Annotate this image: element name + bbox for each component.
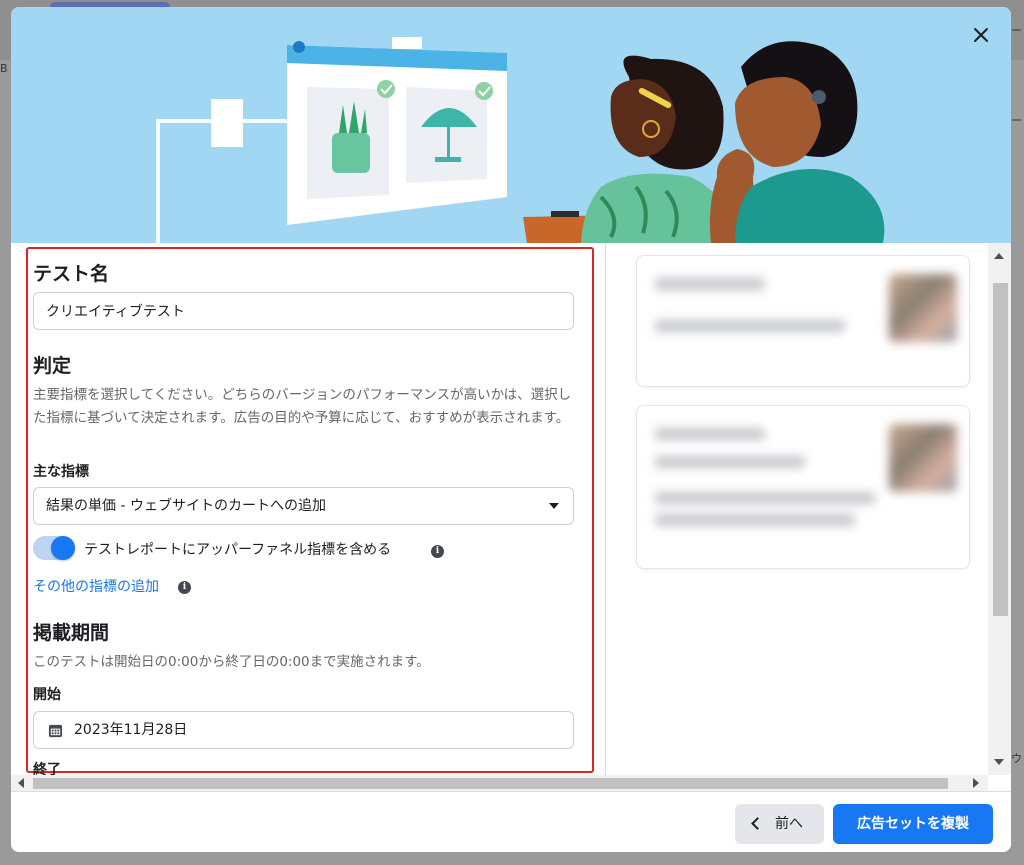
upper-funnel-toggle-label: テストレポートにアッパーファネル指標を含める	[84, 542, 392, 558]
scroll-down-icon[interactable]	[994, 759, 1004, 765]
upper-funnel-toggle[interactable]	[33, 536, 75, 560]
illustration-graphic	[156, 37, 885, 243]
calendar-icon	[48, 724, 63, 738]
end-date-label: 終了	[33, 762, 61, 775]
test-name-heading: テスト名	[33, 263, 110, 285]
horizontal-scroll-thumb[interactable]	[33, 778, 948, 789]
caret-down-icon	[549, 503, 559, 509]
test-settings-form: テスト名 判定 主要指標を選択してください。どちらのバージョンのパフォーマンスが…	[11, 243, 605, 775]
background-text: B	[0, 62, 8, 75]
judgment-heading: 判定	[33, 355, 72, 377]
info-icon[interactable]: i	[178, 581, 191, 594]
test-name-input[interactable]	[33, 292, 574, 330]
preview-card	[636, 405, 970, 569]
scroll-right-icon[interactable]	[973, 778, 979, 788]
back-button-label: 前へ	[775, 816, 803, 832]
horizontal-scrollbar[interactable]	[11, 775, 988, 791]
background-text: ー	[1011, 24, 1022, 37]
ad-preview-pane	[606, 243, 988, 775]
metric-label: 主な指標	[33, 464, 89, 480]
start-date-label: 開始	[33, 687, 61, 703]
duplicate-ad-set-button[interactable]: 広告セットを複製	[833, 804, 993, 844]
start-date-value: 2023年11月28日	[74, 722, 188, 738]
modal-body: テスト名 判定 主要指標を選択してください。どちらのバージョンのパフォーマンスが…	[11, 243, 1011, 791]
vertical-scrollbar[interactable]	[988, 243, 1011, 775]
test-setup-modal: テスト名 判定 主要指標を選択してください。どちらのバージョンのパフォーマンスが…	[11, 7, 1011, 852]
back-button[interactable]: 前へ	[735, 804, 824, 844]
schedule-description: このテストは開始日の0:00から終了日の0:00まで実施されます。	[33, 654, 430, 670]
preview-card	[636, 255, 970, 387]
modal-footer: 前へ 広告セットを複製	[11, 791, 1011, 852]
scroll-up-icon[interactable]	[994, 253, 1004, 259]
hero-illustration	[11, 7, 1011, 243]
add-metrics-link[interactable]: その他の指標の追加	[33, 576, 159, 596]
background-text: ー	[1011, 114, 1022, 127]
chevron-left-icon	[751, 817, 764, 830]
toggle-knob	[51, 536, 75, 560]
info-icon[interactable]: i	[431, 545, 444, 558]
metric-select[interactable]: 結果の単価 - ウェブサイトのカートへの追加	[33, 487, 574, 525]
background-text: ウ	[1011, 752, 1022, 765]
schedule-heading: 掲載期間	[33, 622, 110, 644]
vertical-scroll-thumb[interactable]	[993, 283, 1008, 616]
metric-select-value: 結果の単価 - ウェブサイトのカートへの追加	[46, 498, 326, 514]
scroll-left-icon[interactable]	[18, 778, 24, 788]
judgment-description: 主要指標を選択してください。どちらのバージョンのパフォーマンスが高いかは、選択し…	[33, 387, 572, 426]
start-date-input[interactable]: 2023年11月28日	[33, 711, 574, 749]
close-icon[interactable]	[969, 23, 993, 47]
